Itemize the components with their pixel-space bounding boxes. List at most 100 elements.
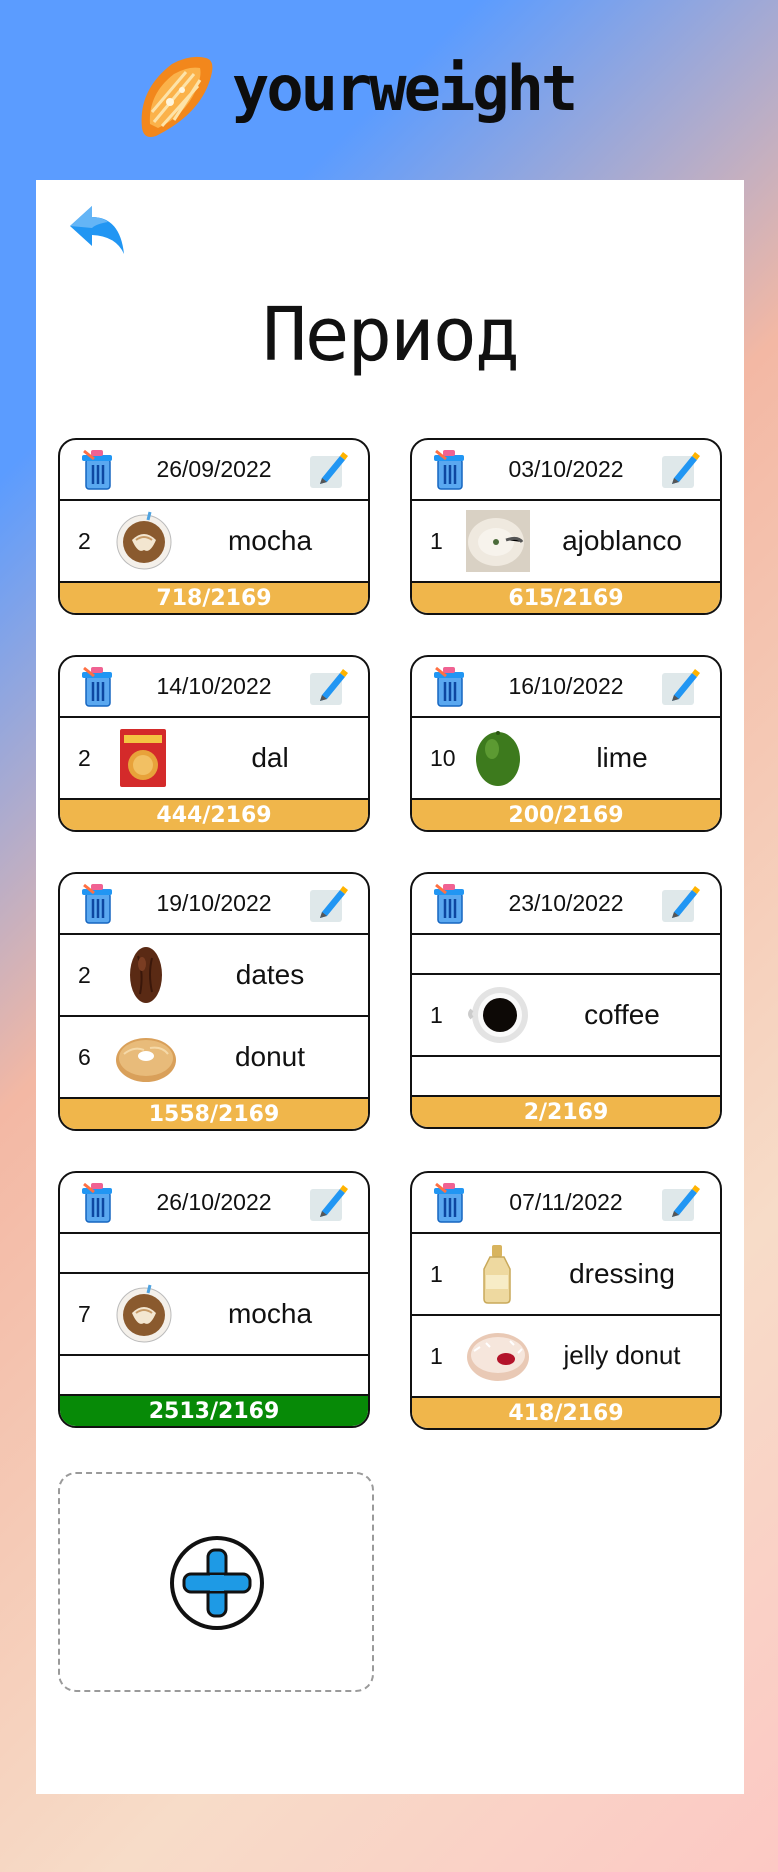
food-item-row[interactable]: 7 mocha [60, 1274, 368, 1356]
page-title: Период [262, 292, 519, 378]
period-card-header: 14/10/2022 [60, 657, 368, 718]
period-card[interactable]: 07/11/2022 1 dressing 1 jelly donut 418/2169 [410, 1171, 722, 1430]
trash-icon[interactable] [80, 449, 114, 491]
calorie-progress-bar: 1558/2169 [60, 1099, 368, 1129]
period-date: 07/11/2022 [509, 1189, 623, 1215]
pencil-icon[interactable] [660, 1183, 700, 1223]
period-card-header: 07/11/2022 [412, 1173, 720, 1234]
add-period-button[interactable] [58, 1472, 374, 1692]
calorie-progress-bar: 444/2169 [60, 800, 368, 830]
trash-icon[interactable] [432, 883, 466, 925]
item-quantity: 1 [430, 527, 443, 554]
period-date: 19/10/2022 [156, 890, 272, 916]
period-card-header: 26/09/2022 [60, 440, 368, 501]
calorie-progress-bar: 418/2169 [412, 1398, 720, 1428]
item-name: dates [235, 959, 305, 991]
food-item-row[interactable]: 2 dates [60, 935, 368, 1017]
item-quantity: 10 [430, 744, 456, 771]
trash-icon[interactable] [80, 1182, 114, 1224]
item-name: ajoblanco [562, 525, 682, 557]
empty-row [412, 1057, 720, 1097]
dal-image [114, 727, 178, 789]
period-card-header: 16/10/2022 [412, 657, 720, 718]
food-item-row[interactable]: 2 dal [60, 718, 368, 800]
item-quantity: 2 [78, 744, 91, 771]
dressing-image [466, 1243, 530, 1305]
empty-row [60, 1234, 368, 1274]
period-card[interactable]: 14/10/2022 2 dal 444/2169 [58, 655, 370, 832]
period-card[interactable]: 19/10/2022 2 dates 6 donut 1558/2169 [58, 872, 370, 1131]
item-name: dressing [569, 1258, 675, 1290]
period-card-header: 03/10/2022 [412, 440, 720, 501]
pencil-icon[interactable] [660, 667, 700, 707]
trash-icon[interactable] [432, 1182, 466, 1224]
pencil-icon[interactable] [308, 1183, 348, 1223]
calorie-progress-bar: 2/2169 [412, 1097, 720, 1127]
item-quantity: 1 [430, 1260, 443, 1287]
trash-icon[interactable] [80, 666, 114, 708]
empty-row [60, 1356, 368, 1396]
pencil-icon[interactable] [660, 450, 700, 490]
lime-image [466, 727, 530, 789]
period-date: 14/10/2022 [156, 673, 272, 699]
food-item-row[interactable]: 1 dressing [412, 1234, 720, 1316]
period-card[interactable]: 26/10/2022 7 mocha 2513/2169 [58, 1171, 370, 1428]
calorie-progress-bar: 615/2169 [412, 583, 720, 613]
period-date: 16/10/2022 [508, 673, 624, 699]
item-name: mocha [227, 1298, 313, 1330]
period-card[interactable]: 16/10/2022 10 lime 200/2169 [410, 655, 722, 832]
period-card[interactable]: 03/10/2022 1 ajoblanco 615/2169 [410, 438, 722, 615]
item-name: dal [251, 742, 289, 774]
food-item-row[interactable]: 10 lime [412, 718, 720, 800]
item-quantity: 2 [78, 961, 91, 988]
donut-image [114, 1026, 178, 1088]
item-name: donut [234, 1041, 306, 1073]
period-date: 03/10/2022 [508, 456, 624, 482]
app-header: yourweight [0, 0, 778, 180]
jelly-donut-image [466, 1325, 530, 1387]
mocha-image [114, 510, 178, 572]
period-date: 26/10/2022 [156, 1189, 272, 1215]
food-item-row[interactable]: 2 mocha [60, 501, 368, 583]
empty-row [412, 935, 720, 975]
item-name: lime [596, 742, 648, 774]
period-date: 23/10/2022 [508, 890, 624, 916]
period-card[interactable]: 23/10/2022 1 coffee 2/2169 [410, 872, 722, 1129]
food-item-row[interactable]: 1 jelly donut [412, 1316, 720, 1398]
calorie-progress-bar: 718/2169 [60, 583, 368, 613]
period-card-header: 23/10/2022 [412, 874, 720, 935]
back-arrow-icon[interactable] [66, 202, 128, 258]
pencil-icon[interactable] [660, 884, 700, 924]
coffee-image [466, 984, 530, 1046]
item-name: mocha [227, 525, 313, 557]
food-item-row[interactable]: 1 ajoblanco [412, 501, 720, 583]
item-quantity: 1 [430, 1001, 443, 1028]
period-card-header: 26/10/2022 [60, 1173, 368, 1234]
mocha-image [114, 1283, 178, 1345]
main-panel: Период 26/09/2022 2 mocha 718/2169 03/10/202… [36, 180, 744, 1794]
item-name: coffee [584, 999, 660, 1031]
orange-slice-icon [141, 56, 213, 137]
pencil-icon[interactable] [308, 450, 348, 490]
item-name: jelly donut [563, 1340, 681, 1371]
trash-icon[interactable] [432, 449, 466, 491]
food-item-row[interactable]: 1 coffee [412, 975, 720, 1057]
item-quantity: 1 [430, 1342, 443, 1369]
calorie-progress-bar: 200/2169 [412, 800, 720, 830]
trash-icon[interactable] [432, 666, 466, 708]
pencil-icon[interactable] [308, 667, 348, 707]
plus-circle-icon[interactable] [168, 1534, 266, 1632]
trash-icon[interactable] [80, 883, 114, 925]
ajoblanco-image [466, 510, 530, 572]
period-date: 26/09/2022 [156, 456, 272, 482]
dates-image [114, 944, 178, 1006]
period-card-header: 19/10/2022 [60, 874, 368, 935]
app-logo-text: yourweight [232, 52, 578, 125]
item-quantity: 7 [78, 1300, 91, 1327]
item-quantity: 6 [78, 1043, 91, 1070]
calorie-progress-bar: 2513/2169 [60, 1396, 368, 1426]
period-card[interactable]: 26/09/2022 2 mocha 718/2169 [58, 438, 370, 615]
item-quantity: 2 [78, 527, 91, 554]
pencil-icon[interactable] [308, 884, 348, 924]
food-item-row[interactable]: 6 donut [60, 1017, 368, 1099]
